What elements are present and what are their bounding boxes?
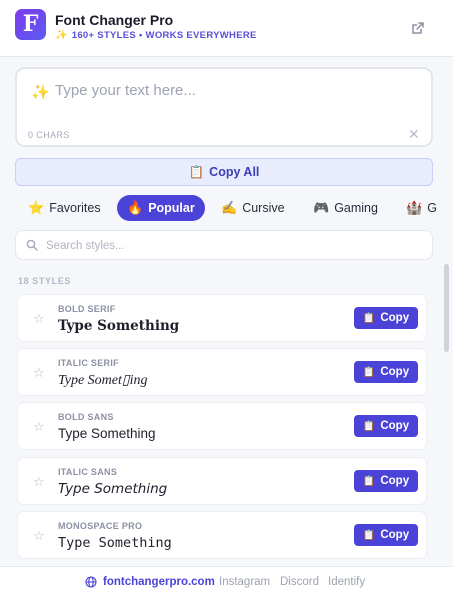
copy-all-button[interactable]: 📋 Copy All [15,158,433,186]
style-name: BOLD SERIF [58,304,116,314]
identify-link[interactable]: Identify [328,576,365,588]
discord-link[interactable]: Discord [280,576,319,588]
writing-hand-icon: ✍️ [221,200,238,215]
footer: fontchangerpro.com Instagram Discord Ide… [0,566,453,594]
fire-icon: 🔥 [127,200,144,215]
favorite-star-icon[interactable]: ☆ [33,528,45,544]
favorite-star-icon[interactable]: ☆ [33,365,45,381]
search-input[interactable] [46,236,416,256]
style-preview: Type Something [58,481,168,497]
tab-favorites[interactable]: ⭐ Favorites [18,195,111,221]
copy-label: Copy [380,529,410,541]
favorite-star-icon[interactable]: ☆ [33,311,45,327]
gamepad-icon: 🎮 [313,200,330,215]
sparkle-icon: ✨ [55,30,68,41]
category-tabs: ⭐ Favorites 🔥 Popular ✍️ Cursive 🎮 Gamin… [15,194,453,222]
app-subtitle-text: 160+ STYLES • WORKS EVERYWHERE [71,30,257,41]
copy-button[interactable]: 📋 Copy [354,470,418,492]
copy-all-label: Copy All [209,165,260,179]
style-preview: Type Something [58,318,180,334]
copy-label: Copy [380,475,410,487]
clipboard-icon: 📋 [362,475,376,487]
castle-icon: 🏰 [406,200,423,215]
copy-label: Copy [380,366,410,378]
style-row: ☆ BOLD SERIF Type Something 📋 Copy [17,294,427,342]
tab-popular[interactable]: 🔥 Popular [117,195,205,221]
clipboard-icon: 📋 [362,529,376,541]
search-icon [26,239,38,251]
scrollbar-thumb[interactable] [444,264,449,352]
search-box [15,230,433,260]
style-row: ☆ MONOSPACE PRO Type Something 📋 Copy [17,511,427,559]
style-name: ITALIC SERIF [58,358,119,368]
tab-gothic[interactable]: 🏰 G [396,195,447,221]
clipboard-icon: 📋 [362,312,376,324]
copy-button[interactable]: 📋 Copy [354,415,418,437]
style-name: MONOSPACE PRO [58,521,143,531]
text-input-card[interactable]: ✨ Type your text here... 0 CHARS ✕ [15,67,433,147]
font-changer-popup: F Font Changer Pro ✨ 160+ STYLES • WORKS… [0,0,453,594]
copy-label: Copy [380,312,410,324]
instagram-link[interactable]: Instagram [219,576,270,588]
copy-label: Copy [380,420,410,432]
app-logo: F [15,9,46,40]
header: F Font Changer Pro ✨ 160+ STYLES • WORKS… [0,0,453,57]
external-link-icon[interactable] [410,20,426,36]
tab-gaming[interactable]: 🎮 Gaming [303,195,388,221]
clipboard-icon: 📋 [362,420,376,432]
tab-label: G [427,201,437,215]
app-subtitle: ✨ 160+ STYLES • WORKS EVERYWHERE [55,30,257,41]
style-preview: Type Something [58,535,172,551]
text-input[interactable]: Type your text here... [55,82,196,99]
style-name: ITALIC SANS [58,467,118,477]
tab-label: Cursive [242,201,285,215]
tab-label: Gaming [334,201,378,215]
favorite-star-icon[interactable]: ☆ [33,419,45,435]
style-row: ☆ ITALIC SANS Type Something 📋 Copy [17,457,427,505]
style-row: ☆ BOLD SANS Type Something 📋 Copy [17,402,427,450]
styles-count: 18 STYLES [18,276,71,286]
globe-icon [85,576,97,588]
tab-label: Favorites [49,201,101,215]
favorite-star-icon[interactable]: ☆ [33,474,45,490]
copy-button[interactable]: 📋 Copy [354,524,418,546]
app-title: Font Changer Pro [55,12,174,28]
clear-button[interactable]: ✕ [408,126,420,143]
style-name: BOLD SANS [58,412,114,422]
website-link[interactable]: fontchangerpro.com [103,576,215,588]
style-row: ☆ ITALIC SERIF Type Somet▯ing 📋 Copy [17,348,427,396]
copy-button[interactable]: 📋 Copy [354,361,418,383]
star-icon: ⭐ [28,200,45,215]
clipboard-icon: 📋 [362,366,376,378]
char-count: 0 CHARS [28,130,70,140]
tab-label: Popular [148,201,195,215]
clipboard-icon: 📋 [188,164,205,179]
style-preview: Type Something [58,426,156,441]
copy-button[interactable]: 📋 Copy [354,307,418,329]
style-list: ☆ BOLD SERIF Type Something 📋 Copy ☆ ITAL… [0,294,453,566]
tab-cursive[interactable]: ✍️ Cursive [211,195,295,221]
style-preview: Type Somet▯ing [58,373,148,388]
sparkle-wand-icon: ✨ [31,84,50,101]
